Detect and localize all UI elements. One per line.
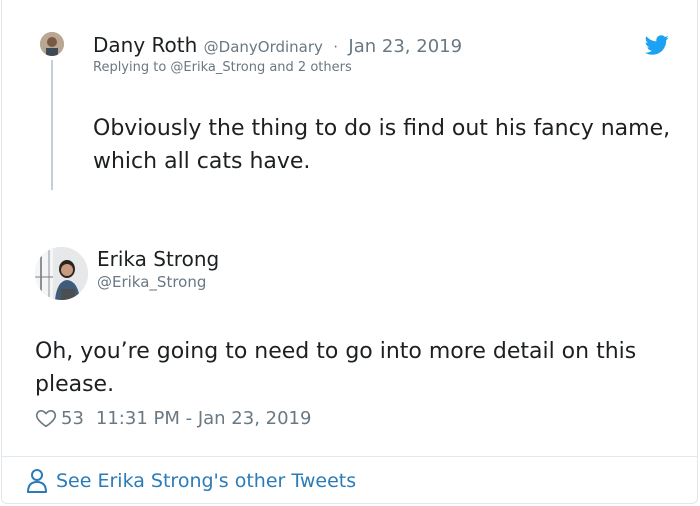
main-author-handle[interactable]: @Erika_Strong [97,273,206,291]
twitter-bird-icon[interactable] [645,33,669,57]
replying-to-line[interactable]: Replying to @Erika_Strong and 2 others [93,60,352,75]
tweet-meta-row: 53 11:31 PM - Jan 23, 2019 [35,404,311,432]
see-other-tweets-link[interactable]: See Erika Strong's other Tweets [26,466,356,496]
thread-connector-line [51,60,53,190]
main-tweet-text: Oh, you’re going to need to go into more… [35,339,637,397]
header-separator: · [333,38,339,56]
tweet-timestamp[interactable]: 11:31 PM - Jan 23, 2019 [96,408,312,429]
like-count[interactable]: 53 [61,408,84,429]
parent-avatar-image [40,32,64,56]
heart-icon[interactable] [35,407,57,429]
parent-author-name[interactable]: Dany Roth [93,33,197,57]
parent-tweet-date[interactable]: Jan 23, 2019 [348,36,462,57]
person-icon [27,469,47,493]
main-avatar[interactable] [35,247,88,300]
embedded-tweet-card: Dany Roth @DanyOrdinary · Jan 23, 2019 R… [1,0,698,504]
parent-author-handle[interactable]: @DanyOrdinary [204,38,323,56]
parent-tweet-text: Obviously the thing to do is find out hi… [93,116,671,174]
main-author-name[interactable]: Erika Strong [97,245,219,273]
parent-tweet-header: Dany Roth @DanyOrdinary · Jan 23, 2019 [93,31,462,61]
main-avatar-image [35,247,88,300]
parent-avatar[interactable] [40,32,64,56]
see-other-tweets-label: See Erika Strong's other Tweets [56,470,357,492]
footer-divider [2,456,697,457]
